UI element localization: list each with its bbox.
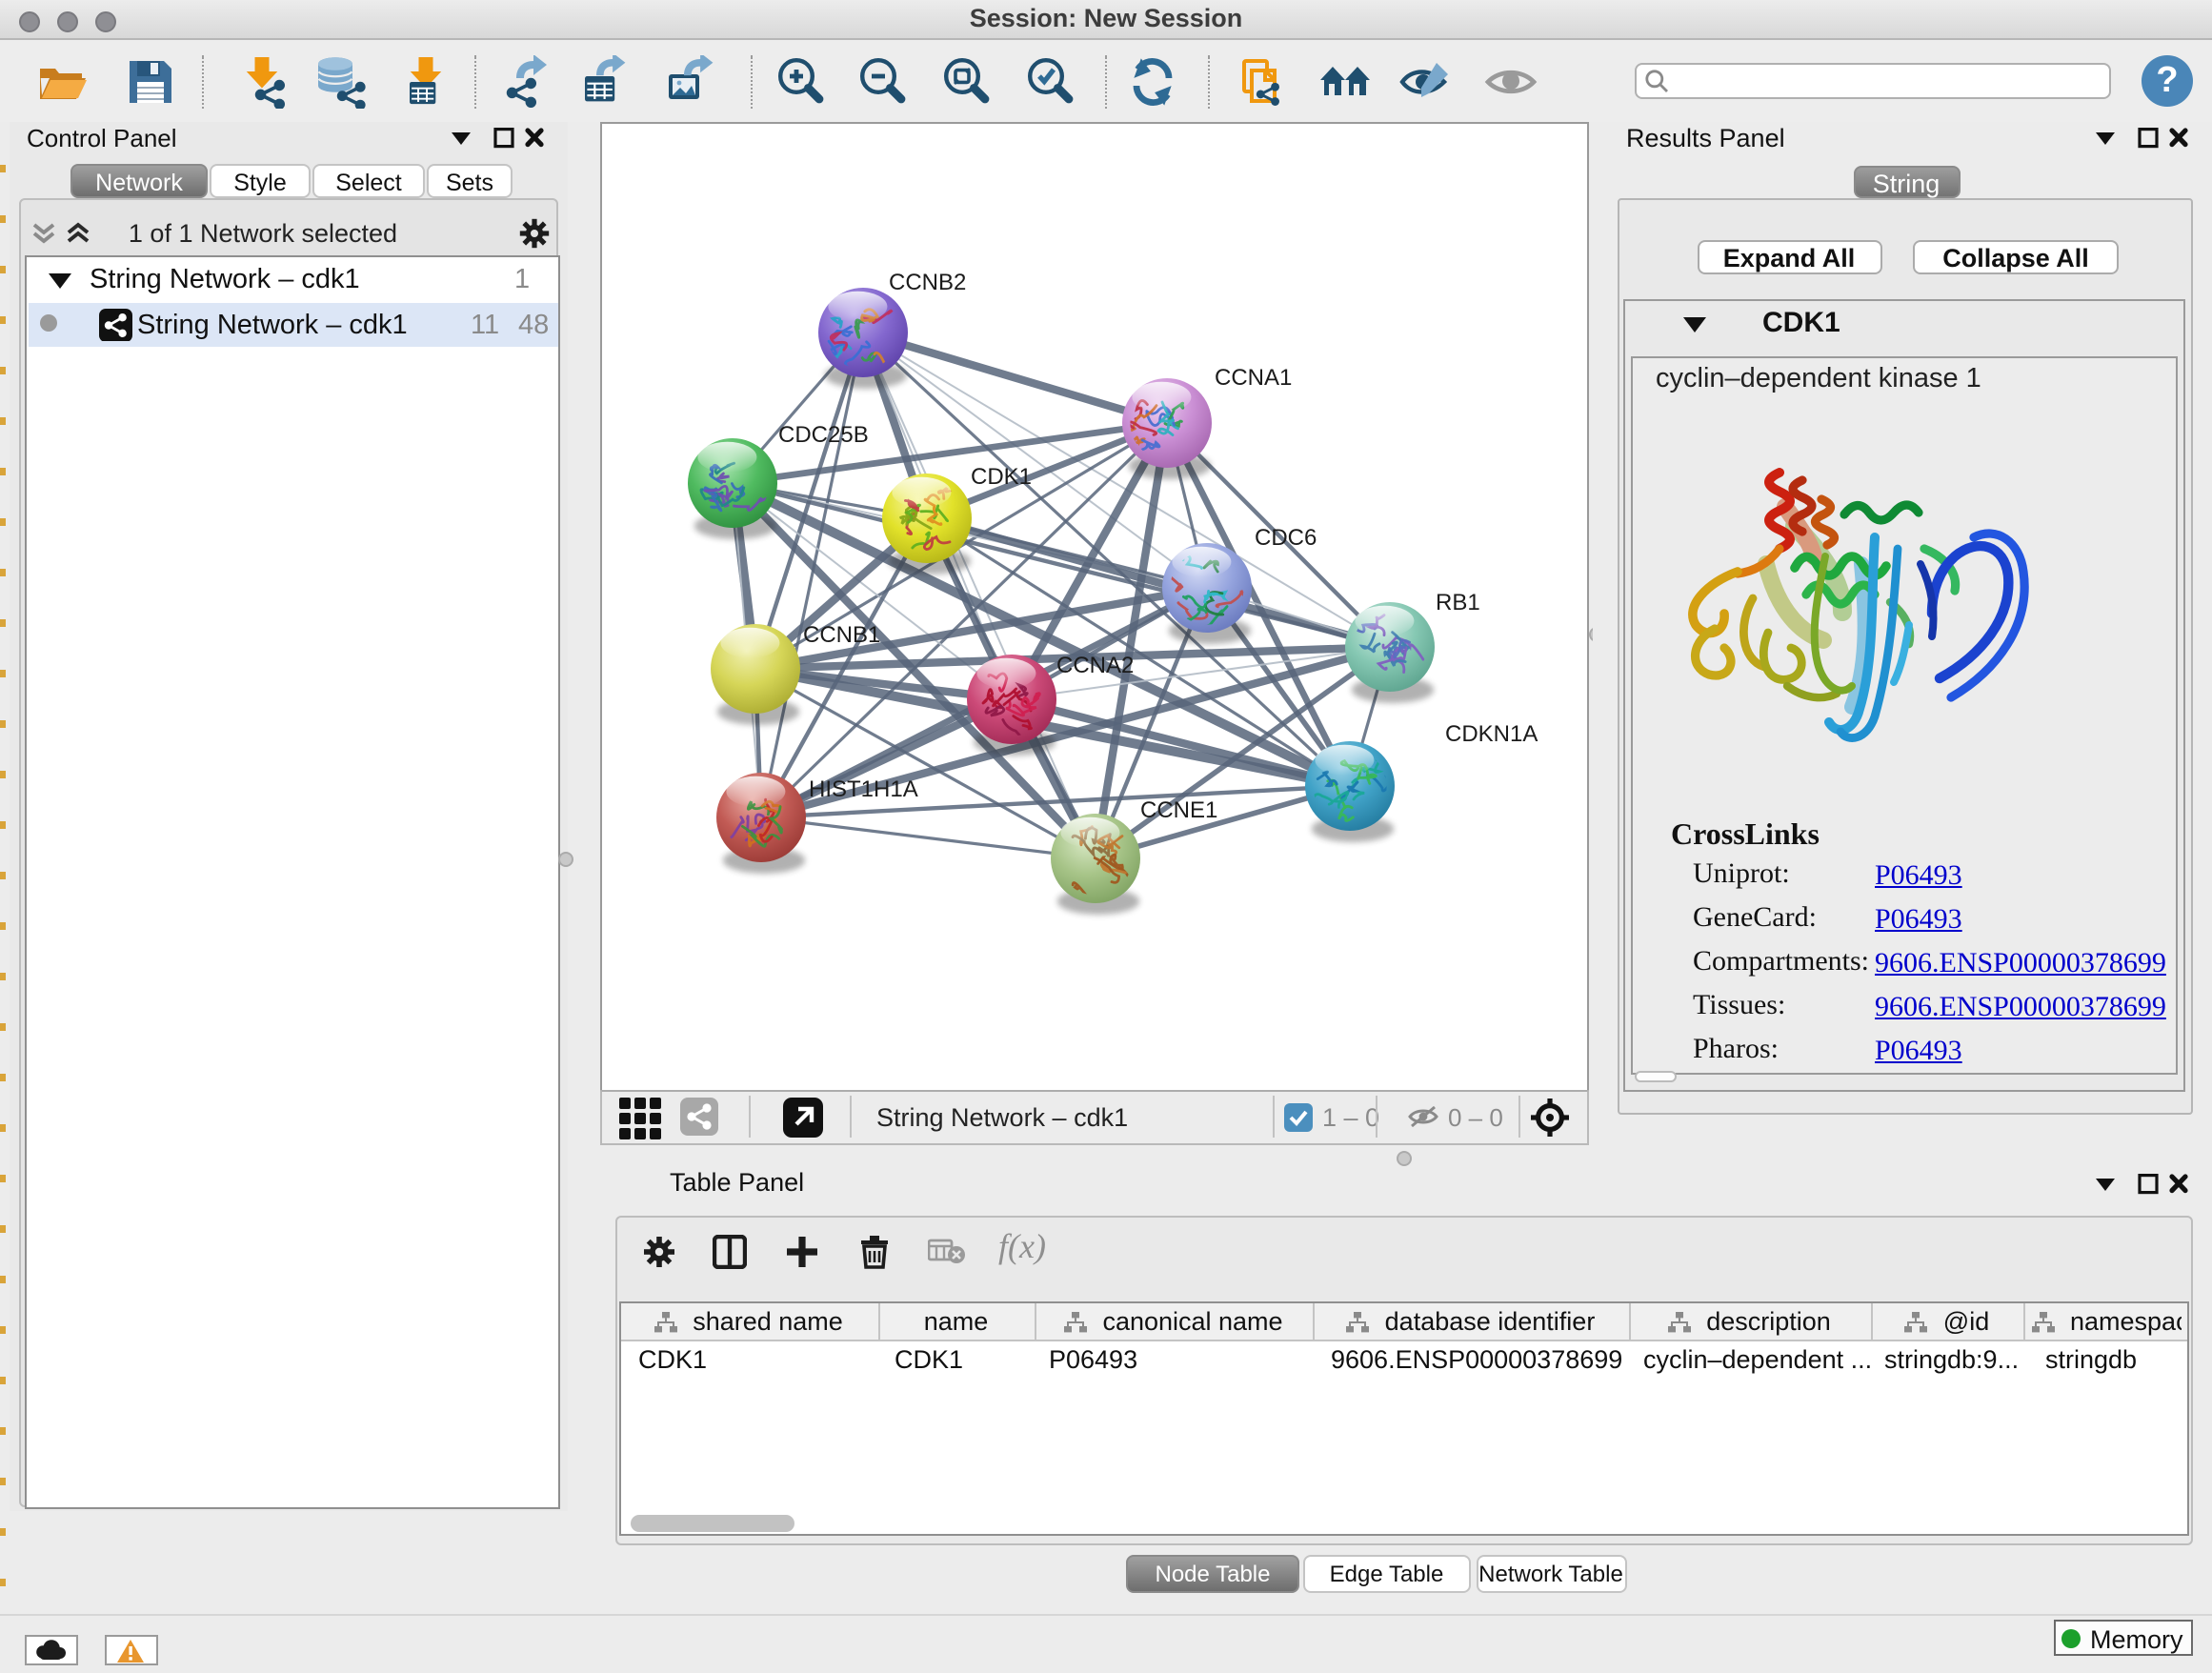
svg-text:CCNB2: CCNB2 — [888, 270, 965, 295]
svg-text:CDKN1A: CDKN1A — [1444, 721, 1537, 747]
svg-text:CCNA1: CCNA1 — [1214, 365, 1291, 391]
svg-text:CDC6: CDC6 — [1254, 525, 1316, 551]
svg-text:CCNB1: CCNB1 — [802, 622, 879, 648]
svg-text:CCNA2: CCNA2 — [1056, 653, 1133, 678]
svg-text:CDC25B: CDC25B — [777, 422, 868, 448]
svg-text:RB1: RB1 — [1435, 590, 1479, 615]
svg-text:CDK1: CDK1 — [970, 464, 1031, 490]
svg-text:CCNE1: CCNE1 — [1139, 797, 1217, 823]
svg-text:HIST1H1A: HIST1H1A — [808, 776, 917, 802]
